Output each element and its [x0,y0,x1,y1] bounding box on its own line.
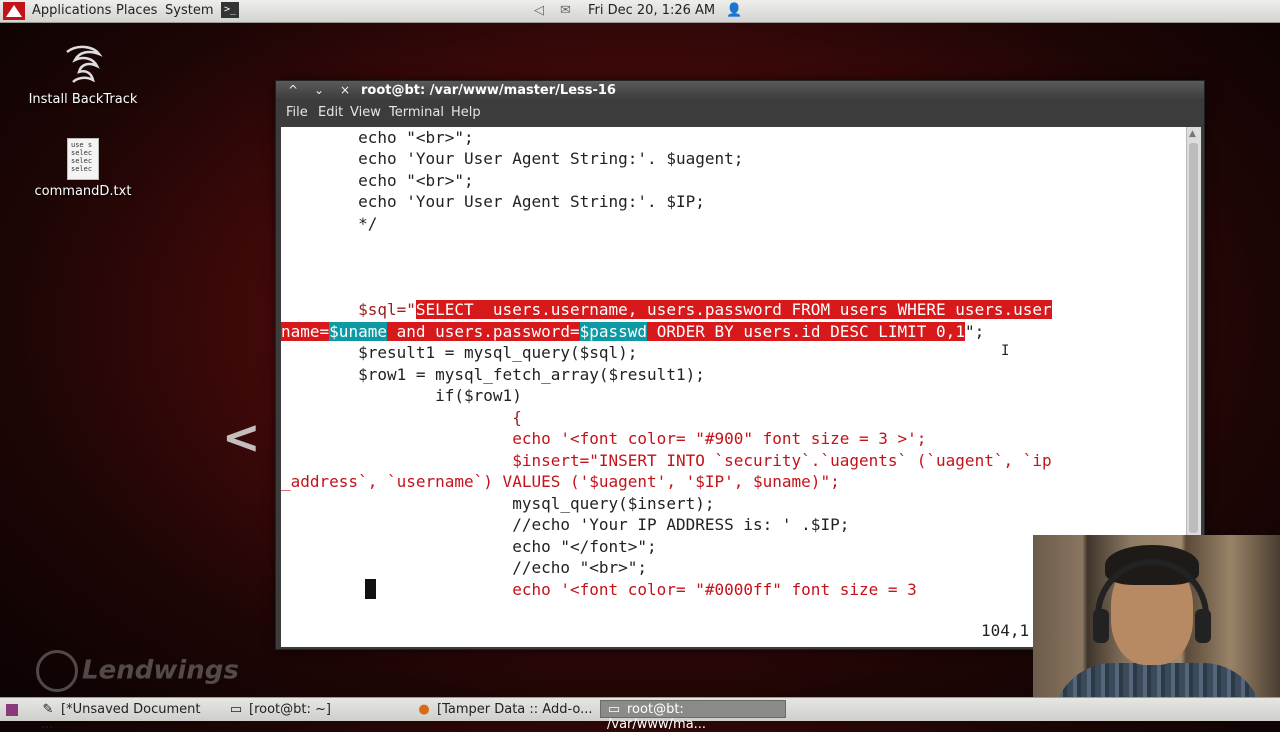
menu-terminal[interactable]: Terminal [389,105,444,120]
menu-help[interactable]: Help [451,105,481,120]
ibeam-cursor-icon: I [1001,343,1010,359]
text-editor-icon: ✎ [42,702,54,717]
text-cursor [365,579,376,599]
code-line: echo 'Your User Agent String:'. $IP; [281,192,705,211]
code-line: echo '<font color= "#900" font size = 3 … [281,429,927,448]
code-line: $result1 = mysql_query($sql); [281,343,638,362]
task-root-terminal[interactable]: ▭ [root@bt: ~] [222,700,412,718]
user-icon[interactable]: 👤 [726,3,742,18]
applications-menu[interactable]: Applications [32,3,111,18]
dragon-icon [66,45,103,83]
window-title: root@bt: /var/www/master/Less-16 [361,83,616,98]
code-line: echo 'Your User Agent String:'. $uagent; [281,149,744,168]
show-desktop-icon [6,704,18,716]
scroll-up-icon[interactable]: ▲ [1189,129,1196,139]
mail-icon[interactable]: ✉ [560,3,571,18]
text-file-icon: use s selec selec selec [67,138,99,180]
desktop-icon-commandd[interactable]: use s selec selec selec commandD.txt [13,138,153,199]
terminal-launcher-icon[interactable]: >_ [221,2,239,18]
watermark-logo-icon [36,650,78,692]
window-menu-button[interactable]: ^ [288,83,298,97]
code-line: echo "</font>"; [281,537,657,556]
volume-icon[interactable]: ◁ [534,3,544,18]
top-panel: Applications Places System >_ ◁ ✉ Fri De… [0,0,1280,23]
desktop-icon-install-backtrack[interactable]: Install BackTrack [13,42,153,107]
backtrack-logo[interactable] [3,2,25,20]
webcam-overlay [1033,535,1280,720]
window-titlebar[interactable]: ^ ⌄ × root@bt: /var/www/master/Less-16 [276,81,1204,101]
code-line: //echo "<br>"; [281,558,648,577]
task-active-terminal[interactable]: ▭ root@bt: /var/www/ma... [600,700,786,732]
watermark: Lendwings [36,650,239,692]
code-line: mysql_query($insert); [281,494,715,513]
decorative-arrow-icon: < [222,410,261,464]
code-line: //echo 'Your IP ADDRESS is: ' .$IP; [281,515,850,534]
clock[interactable]: Fri Dec 20, 1:26 AM [588,3,715,18]
terminal-icon: ▭ [607,702,621,717]
code-line: echo "<br>"; [281,171,474,190]
sql-line: $sql="SELECT users.username, users.passw… [281,300,1052,319]
menu-edit[interactable]: Edit [318,105,343,120]
show-desktop-button[interactable] [2,700,24,718]
desktop-icon-label: commandD.txt [34,184,132,199]
code-line: $row1 = mysql_fetch_array($result1); [281,365,705,384]
menu-view[interactable]: View [350,105,381,120]
system-menu[interactable]: System [165,3,213,18]
terminal-icon: ▭ [229,702,243,717]
code-line: { [281,408,522,427]
code-line: echo '<font color= "#0000ff" font size =… [281,580,917,599]
sql-line-cont: name=$uname and users.password=$passwd O… [281,322,985,341]
code-line: */ [281,214,378,233]
headset-earcup-right [1195,609,1211,643]
menu-file[interactable]: File [286,105,308,120]
code-line: if($row1) [281,386,522,405]
minimize-button[interactable]: ⌄ [314,83,324,97]
taskbar: ✎ [*Unsaved Document ... ▭ [root@bt: ~] ●[… [0,697,1280,732]
desktop-icon-label: Install BackTrack [28,92,138,107]
firefox-icon: ● [418,702,430,717]
scrollbar-thumb[interactable] [1189,143,1198,533]
close-button[interactable]: × [340,83,350,97]
menubar: File Edit View Terminal Help [276,101,1204,125]
code-line: $insert="INSERT INTO `security`.`uagents… [281,451,1052,470]
cursor-position: 104,1 [981,621,1030,640]
task-tamper-data[interactable]: ● [Tamper Data :: Add-o... [410,700,600,718]
places-menu[interactable]: Places [116,3,157,18]
code-line: echo "<br>"; [281,128,474,147]
headset-earcup-left [1093,609,1109,643]
code-line: _address`, `username`) VALUES ('$uagent'… [281,472,840,491]
task-unsaved-document[interactable]: ✎ [*Unsaved Document ... [34,700,214,732]
